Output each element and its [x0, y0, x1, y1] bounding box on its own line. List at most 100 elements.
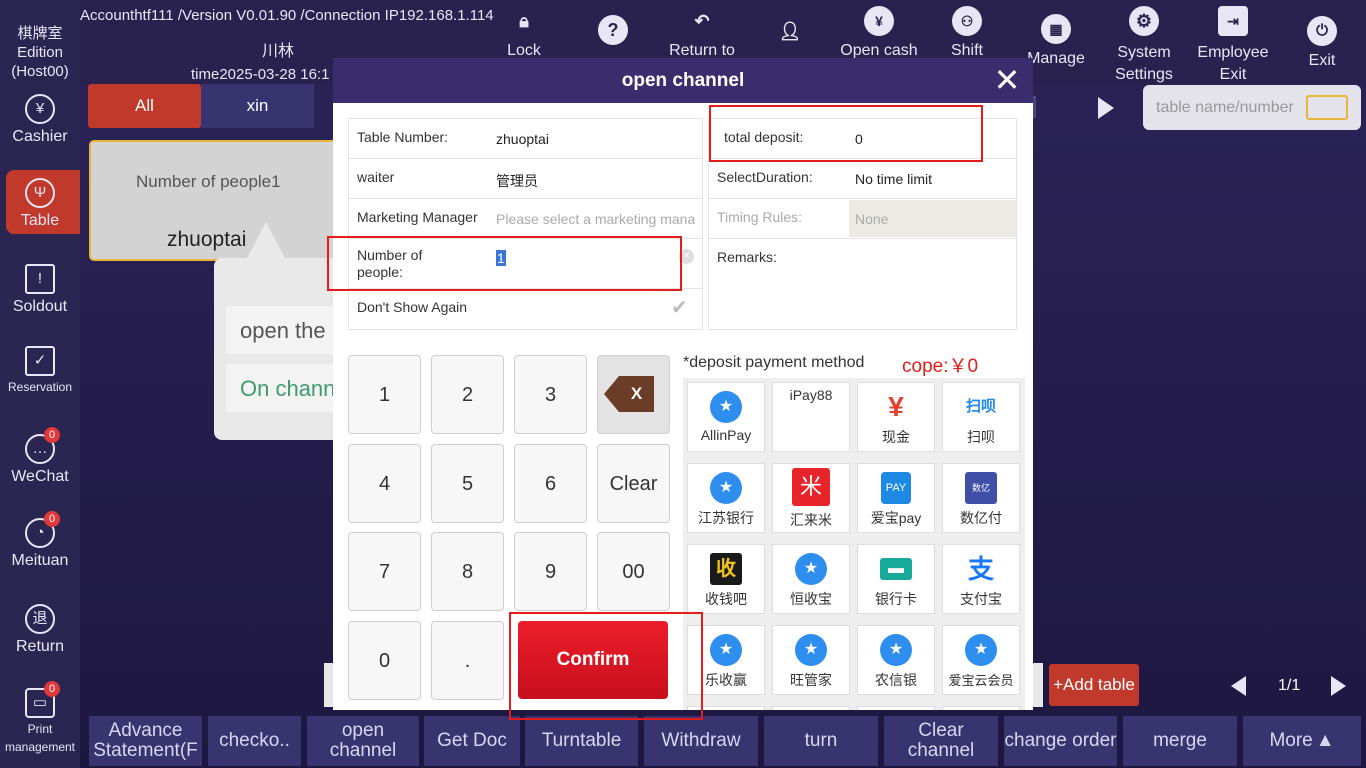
pay-hengshoubao[interactable]: ★ 恒收宝	[772, 544, 850, 614]
pay-saobei[interactable]: 扫呗 扫呗	[942, 382, 1020, 452]
pay-aibao[interactable]: PAY 爱宝pay	[857, 463, 935, 533]
sidebar-item-wechat[interactable]: … WeChat	[0, 434, 80, 486]
sidebar-item-reservation[interactable]: ✓ Reservation	[0, 346, 80, 394]
prev-page-icon[interactable]	[1231, 676, 1246, 696]
get-doc-button[interactable]: Get Doc	[424, 716, 520, 766]
people-input[interactable]: 1	[496, 250, 506, 266]
sidebar-item-return[interactable]: 退 Return	[0, 604, 80, 656]
people-label: Number of people:	[357, 247, 423, 280]
bottom-right-tab	[1033, 663, 1043, 707]
key-1[interactable]: 1	[348, 355, 421, 434]
next-page-icon[interactable]	[1331, 676, 1346, 696]
more-label: More	[1269, 730, 1313, 751]
dont-show-row[interactable]: Don't Show Again ✔	[349, 289, 702, 329]
open-channel-button[interactable]: open channel	[307, 716, 419, 766]
sidebar-item-meituan[interactable]: ◔ Meituan	[0, 518, 80, 570]
tab-all[interactable]: All	[88, 84, 201, 128]
key-4[interactable]: 4	[348, 444, 421, 523]
backspace-button[interactable]: X	[597, 355, 670, 434]
shift-button[interactable]: ⚇ Shift	[927, 6, 1007, 60]
popup-open-option[interactable]: open the	[226, 306, 344, 354]
pay-label: 爱宝pay	[870, 510, 922, 526]
sidebar-item-print[interactable]: ▭ Print management	[0, 688, 80, 756]
help-button[interactable]: ?	[573, 6, 653, 51]
pay-shuyi[interactable]: 数亿 数亿付	[942, 463, 1020, 533]
waiter-row[interactable]: waiter 管理员	[349, 159, 702, 199]
help-icon: ?	[598, 15, 628, 45]
sidebar-item-cashier[interactable]: ¥ Cashier	[0, 94, 80, 146]
turntable-button[interactable]: Turntable	[525, 716, 638, 766]
member-button[interactable]: 👤︎	[750, 6, 830, 52]
key-8[interactable]: 8	[431, 532, 504, 611]
timing-row: Timing Rules: None	[709, 199, 1016, 239]
employee-exit-button[interactable]: ⇥ Employee Exit	[1193, 6, 1273, 86]
tab-xin[interactable]: xin	[201, 84, 314, 128]
table-card[interactable]: Number of people1 zhuoptai	[89, 140, 341, 261]
pay-ipay88[interactable]: iPay88	[772, 382, 850, 452]
sidebar-item-table[interactable]: Ψ Table	[0, 178, 80, 230]
exit-label: Exit	[1308, 52, 1336, 69]
duration-row[interactable]: SelectDuration: No time limit	[709, 159, 1016, 199]
key-5[interactable]: 5	[431, 444, 504, 523]
star-icon: ★	[880, 634, 912, 666]
more-button[interactable]: More ▲	[1243, 716, 1361, 766]
clear-button[interactable]: Clear	[597, 444, 670, 523]
grid-icon: ▦	[1041, 14, 1071, 44]
pay-aibao-member[interactable]: ★ 爱宝云会员	[942, 625, 1020, 695]
lock-button[interactable]: 🔒︎ Lock	[484, 6, 564, 60]
table-number-label: Table Number:	[357, 129, 449, 145]
key-0[interactable]: 0	[348, 621, 421, 700]
pay-bank-card[interactable]: ▬ 银行卡	[857, 544, 935, 614]
pay-icon: PAY	[881, 472, 911, 504]
pay-jiangsu-bank[interactable]: ★ 江苏银行	[687, 463, 765, 533]
pay-label: 数亿付	[960, 510, 1002, 526]
popup-on-option[interactable]: On chann	[226, 364, 344, 412]
return-to-button[interactable]: ↶ Return to	[662, 6, 742, 60]
key-00[interactable]: 00	[597, 532, 670, 611]
pay-label: 江苏银行	[698, 510, 754, 526]
next-tab-icon[interactable]	[1098, 97, 1114, 119]
pay-cash[interactable]: ¥ 现金	[857, 382, 935, 452]
close-icon[interactable]: ✕	[991, 64, 1023, 96]
key-6[interactable]: 6	[514, 444, 587, 523]
pay-nongxinyin[interactable]: ★ 农信银	[857, 625, 935, 695]
key-dot[interactable]: .	[431, 621, 504, 700]
key-7[interactable]: 7	[348, 532, 421, 611]
withdraw-button[interactable]: Withdraw	[644, 716, 758, 766]
marketing-row[interactable]: Marketing Manager Please select a market…	[349, 199, 702, 239]
timing-label: Timing Rules:	[717, 209, 803, 225]
system-settings-button[interactable]: ⚙ System Settings	[1104, 6, 1184, 86]
remarks-row[interactable]: Remarks:	[709, 239, 1016, 329]
confirm-button[interactable]: Confirm	[518, 621, 668, 699]
pay-huilaimi[interactable]: 米汇来米	[772, 463, 850, 533]
change-order-button[interactable]: change order	[1004, 716, 1117, 766]
pay-alipay[interactable]: 支支付宝	[942, 544, 1020, 614]
pay-allinpay[interactable]: ★ AllinPay	[687, 382, 765, 452]
star-icon: ★	[965, 634, 997, 666]
key-9[interactable]: 9	[514, 532, 587, 611]
deposit-input[interactable]: 0	[855, 131, 863, 147]
advance-statement-button[interactable]: Advance Statement(F	[89, 716, 202, 766]
turn-button[interactable]: turn	[764, 716, 878, 766]
clipboard-icon: ✓	[25, 346, 55, 376]
merge-button[interactable]: merge	[1123, 716, 1237, 766]
pay-wangguanjia[interactable]: ★ 旺管家	[772, 625, 850, 695]
table-card-people: Number of people1	[136, 172, 281, 191]
clear-channel-button[interactable]: Clear channel	[884, 716, 998, 766]
pay-leshouying[interactable]: ★ 乐收赢	[687, 625, 765, 695]
checkmark-icon[interactable]: ✔	[671, 295, 688, 320]
pay-shouqianba[interactable]: 收收钱吧	[687, 544, 765, 614]
open-cash-button[interactable]: ¥ Open cash	[839, 6, 919, 60]
sidebar-item-soldout[interactable]: ! Soldout	[0, 264, 80, 316]
add-table-button[interactable]: +Add table	[1049, 664, 1139, 706]
duration-select[interactable]: No time limit	[855, 171, 932, 187]
key-3[interactable]: 3	[514, 355, 587, 434]
gear-icon: ⚙	[1129, 6, 1159, 36]
marketing-select[interactable]: Please select a marketing mana	[496, 211, 696, 227]
keyboard-icon[interactable]	[1306, 95, 1348, 120]
key-2[interactable]: 2	[431, 355, 504, 434]
backspace-icon: X	[619, 376, 654, 412]
clear-input-icon[interactable]: ×	[679, 249, 694, 264]
exit-button[interactable]: ⏻ Exit	[1282, 6, 1362, 70]
checkout-button[interactable]: checko..	[208, 716, 301, 766]
